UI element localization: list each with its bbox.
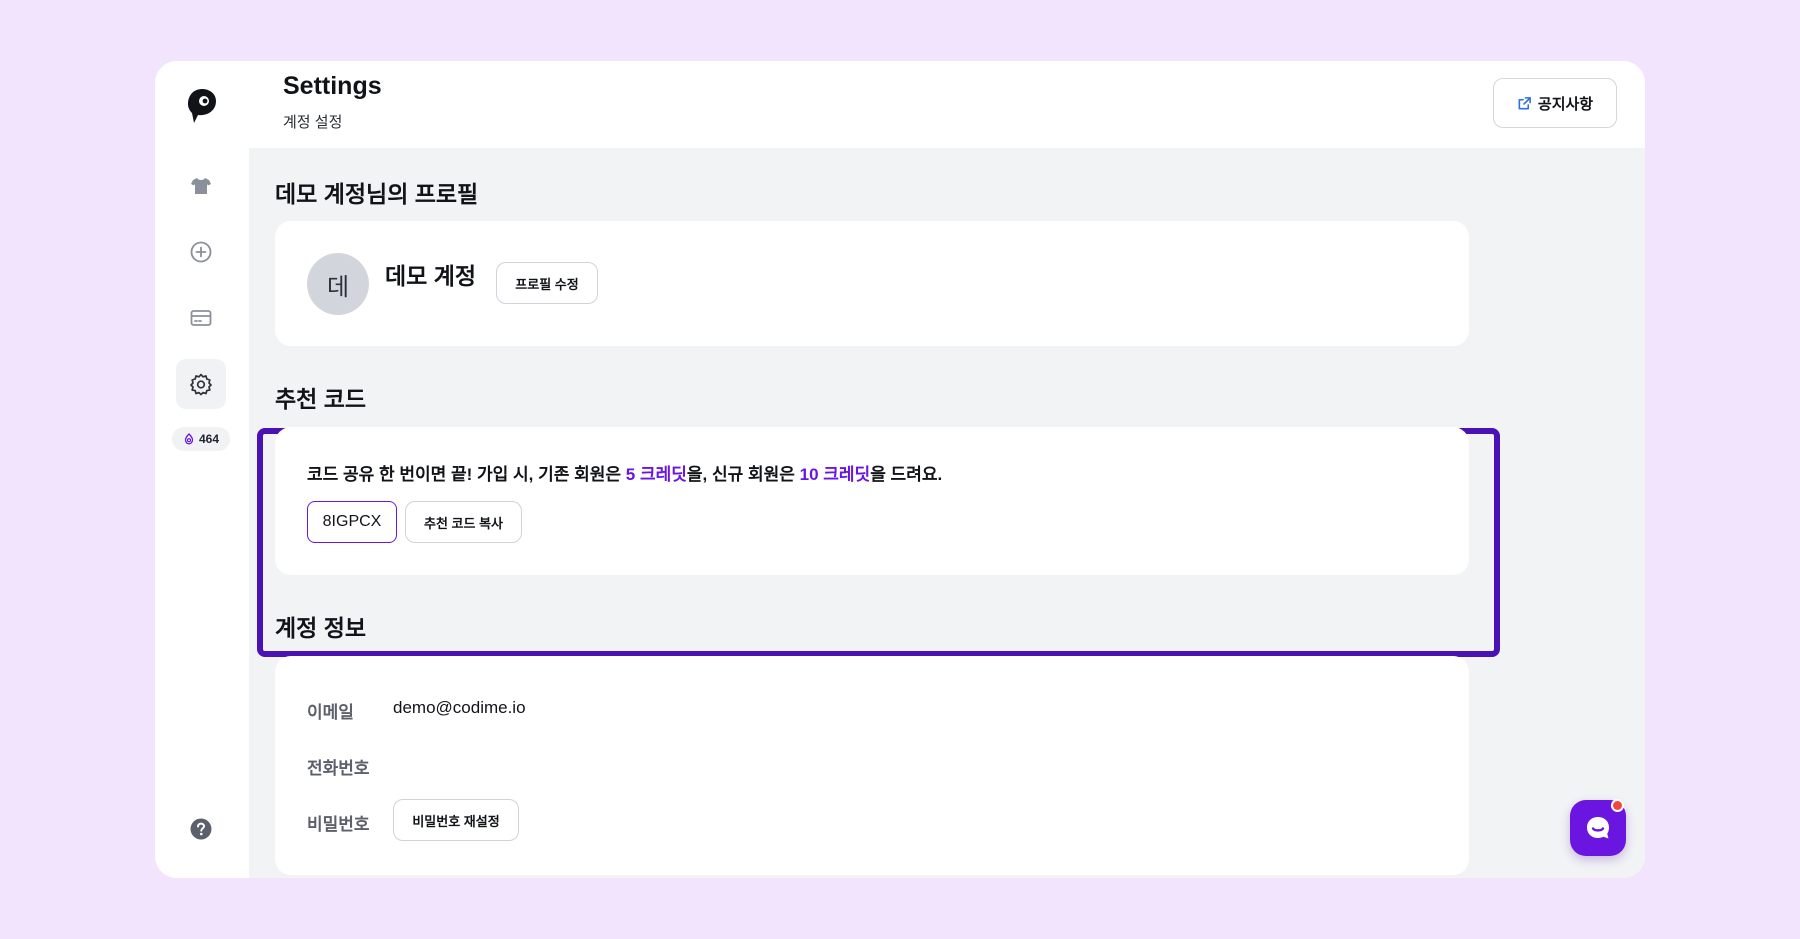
chat-icon xyxy=(1587,817,1609,839)
avatar: 데 xyxy=(307,253,369,315)
logo-icon[interactable] xyxy=(187,88,217,124)
external-link-icon xyxy=(1518,96,1531,109)
phone-label: 전화번호 xyxy=(307,759,370,778)
sidebar-item-closet[interactable] xyxy=(176,161,226,211)
referral-card: 코드 공유 한 번이면 끝! 가입 시, 기존 회원은 5 크레딧을, 신규 회… xyxy=(275,427,1469,575)
referral-code[interactable]: 8IGPCX xyxy=(307,501,397,543)
profile-card: 데 데모 계정 프로필 수정 xyxy=(275,221,1469,346)
sidebar-item-settings[interactable] xyxy=(176,359,226,409)
page-title: Settings xyxy=(283,72,382,100)
page-header: Settings 계정 설정 공지사항 xyxy=(249,61,1645,148)
referral-section-title: 추천 코드 xyxy=(275,386,367,412)
profile-section-title: 데모 계정님의 프로필 xyxy=(275,181,479,207)
existing-member-credit: 5 크레딧 xyxy=(625,465,687,484)
referral-text-middle: 을, 신규 회원은 xyxy=(686,465,800,484)
referral-description: 코드 공유 한 번이면 끝! 가입 시, 기존 회원은 5 크레딧을, 신규 회… xyxy=(307,460,942,485)
chat-notification-dot xyxy=(1611,799,1624,812)
sidebar-item-create[interactable] xyxy=(176,227,226,277)
notice-button[interactable]: 공지사항 xyxy=(1493,78,1617,128)
account-card: 이메일 demo@codime.io 전화번호 비밀번호 비밀번호 재설정 xyxy=(275,656,1469,875)
account-section-title: 계정 정보 xyxy=(275,615,367,641)
new-member-credit: 10 크레딧 xyxy=(799,465,871,484)
main-content: 데모 계정님의 프로필 데 데모 계정 프로필 수정 추천 코드 코드 공유 한… xyxy=(249,148,1645,878)
email-label: 이메일 xyxy=(307,703,354,722)
plus-circle-icon xyxy=(190,241,212,263)
copy-referral-code-button[interactable]: 추천 코드 복사 xyxy=(405,501,522,543)
email-value: demo@codime.io xyxy=(393,698,526,717)
notice-label: 공지사항 xyxy=(1537,95,1594,113)
profile-name: 데모 계정 xyxy=(385,263,477,289)
edit-profile-button[interactable]: 프로필 수정 xyxy=(496,262,598,304)
sidebar: 464 xyxy=(155,61,249,878)
credit-count: 464 xyxy=(198,432,220,446)
help-icon[interactable] xyxy=(190,818,212,840)
app-window: 464 Settings 계정 설정 공지사항 데모 계정님의 프로필 데 데모… xyxy=(155,61,1645,878)
card-icon xyxy=(190,310,212,326)
shirt-icon xyxy=(191,178,211,194)
page-subtitle: 계정 설정 xyxy=(283,114,343,131)
gear-icon xyxy=(190,373,212,396)
credit-icon xyxy=(184,433,194,445)
credit-badge[interactable]: 464 xyxy=(172,427,230,451)
referral-text-before: 코드 공유 한 번이면 끝! 가입 시, 기존 회원은 xyxy=(307,465,626,484)
referral-text-after: 을 드려요. xyxy=(870,465,943,484)
sidebar-item-billing[interactable] xyxy=(176,293,226,343)
password-label: 비밀번호 xyxy=(307,815,370,834)
reset-password-button[interactable]: 비밀번호 재설정 xyxy=(393,799,519,841)
